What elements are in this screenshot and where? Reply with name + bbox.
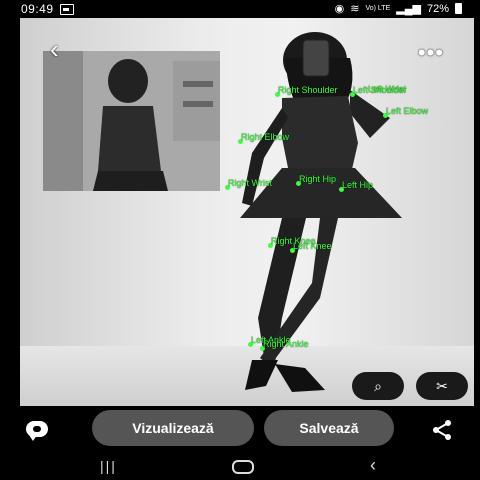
keypoint-label: Right Wrist — [228, 178, 272, 188]
battery-percent: 72% — [426, 2, 449, 15]
alarm-icon: ◉ — [334, 3, 345, 15]
battery-icon — [455, 3, 462, 14]
keypoint-label: Left Elbow — [386, 106, 429, 116]
keypoint-label: Right Hip — [299, 174, 337, 184]
keypoint-label: Right Elbow — [241, 132, 290, 142]
more-options-icon[interactable]: ••• — [418, 40, 444, 66]
scissors-icon: ✂ — [436, 377, 448, 394]
share-icon[interactable] — [430, 418, 454, 442]
reference-thumbnail[interactable] — [43, 51, 220, 191]
keypoint-label: Right Ankle — [263, 339, 309, 349]
network-indicator: Vo) LTE — [365, 5, 391, 12]
bottom-action-bar: Vizualizează Salvează — [0, 406, 480, 452]
lens-search-button[interactable]: ⌕ — [352, 372, 404, 400]
status-time: 09:49 — [21, 2, 54, 16]
scissors-button[interactable]: ✂ — [416, 372, 468, 400]
chat-icon[interactable] — [26, 421, 48, 441]
lens-search-icon: ⌕ — [374, 377, 382, 394]
keypoint-label: Left Knee — [293, 241, 332, 251]
preview-button[interactable]: Vizualizează — [92, 410, 254, 446]
image-viewer[interactable]: ‹ ••• Right Shoulder Left Shoulder Left El… — [20, 18, 474, 406]
recent-apps-button[interactable]: ||| — [100, 458, 117, 474]
reference-photo — [43, 51, 220, 191]
gallery-notification-icon — [60, 4, 74, 15]
signal-icon: ▂▄▆ — [396, 3, 421, 15]
wifi-icon: ≋ — [350, 3, 360, 15]
status-right: ◉ ≋ Vo) LTE ▂▄▆ 72% — [335, 2, 462, 15]
back-arrow-icon[interactable]: ‹ — [50, 36, 74, 62]
home-button[interactable] — [232, 460, 254, 474]
system-nav-bar: ||| ‹ — [0, 452, 480, 480]
status-bar: 09:49 ◉ ≋ Vo) LTE ▂▄▆ 72% — [0, 0, 480, 18]
keypoint-label: Left Hip — [342, 180, 374, 190]
save-button[interactable]: Salvează — [264, 410, 394, 446]
keypoint-label: Right Shoulder — [278, 85, 338, 95]
back-nav-button[interactable]: ‹ — [370, 455, 376, 476]
keypoint-label: Left Wrist — [368, 84, 406, 94]
